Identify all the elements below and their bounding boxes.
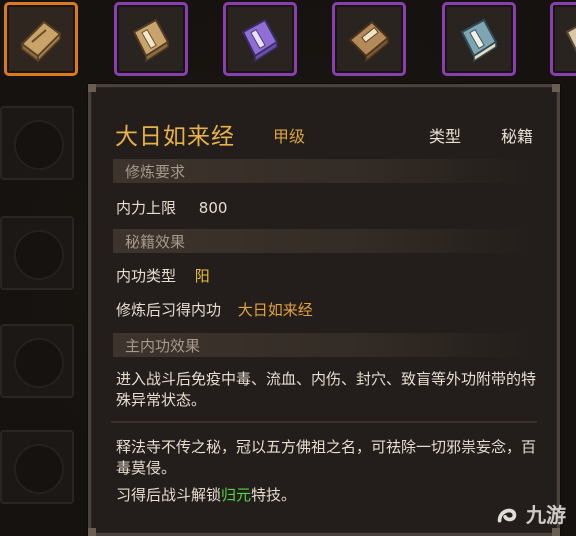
watermark-logo: 九游 [494,502,566,530]
inventory-slot-2[interactable] [114,2,188,76]
empty-slot[interactable] [0,106,74,180]
section-title: 修炼要求 [125,163,186,181]
requirement-value: 800 [198,199,228,217]
learn-skill-suffix: 特技。 [251,486,297,504]
learn-skill-name: 归元 [221,486,252,504]
book-icon [348,20,390,63]
item-title: 大日如来经 [115,124,235,150]
effect-learn-label: 修炼后习得内功 [116,301,222,319]
nine-game-logo-icon [497,508,517,523]
effect-learn-row: 修炼后习得内功 大日如来经 [116,299,313,320]
item-tooltip: 大日如来经 甲级 类型 秘籍 修炼要求 内力上限 800 秘籍效果 内功类型 阳… [88,84,560,536]
learn-skill-text: 习得后战斗解锁归元特技。 [116,485,546,506]
book-icon [132,18,170,63]
effect-kind-label: 内功类型 [116,267,177,285]
effect-kind-value: 阳 [194,267,210,285]
item-type-label: 类型 [428,127,461,146]
learn-skill-prefix: 习得后战斗解锁 [116,486,222,504]
effect-kind-row: 内功类型 阳 [116,265,210,286]
section-header-requirements: 修炼要求 [113,159,533,183]
item-type-value: 秘籍 [500,127,533,146]
section-title: 主内功效果 [125,337,201,355]
panel-corner [88,528,96,536]
book-icon [241,18,279,63]
main-effect-text: 进入战斗后免疫中毒、流血、内伤、封穴、致盲等外功附带的特殊异常状态。 [116,370,537,409]
effect-learn-value: 大日如来经 [237,301,313,319]
divider [111,421,537,423]
section-title: 秘籍效果 [125,233,186,251]
requirement-label: 内力上限 [116,199,177,217]
empty-slot[interactable] [0,216,74,290]
section-header-main-effect: 主内功效果 [113,333,533,357]
panel-corner [88,84,96,92]
scroll-book-icon [20,20,62,63]
item-description: 释法寺不传之秘，冠以五方佛祖之名，可祛除一切邪祟妄念，百毒莫侵。 [116,438,537,477]
inventory-slot-1[interactable] [4,2,78,76]
inventory-slot-3[interactable] [223,2,297,76]
watermark-text: 九游 [526,503,566,527]
section-header-effects: 秘籍效果 [113,229,533,253]
inventory-slot-4[interactable] [332,2,406,76]
inventory-slot-6[interactable] [550,2,576,76]
tooltip-header: 大日如来经 甲级 类型 秘籍 [115,117,533,150]
book-icon [565,25,576,53]
panel-corner [552,84,560,92]
inventory-slot-5[interactable] [442,2,516,76]
requirement-row: 内力上限 800 [116,197,227,218]
empty-slot[interactable] [0,430,74,504]
item-grade: 甲级 [273,127,306,146]
book-icon [460,18,498,63]
empty-slot[interactable] [0,324,74,398]
